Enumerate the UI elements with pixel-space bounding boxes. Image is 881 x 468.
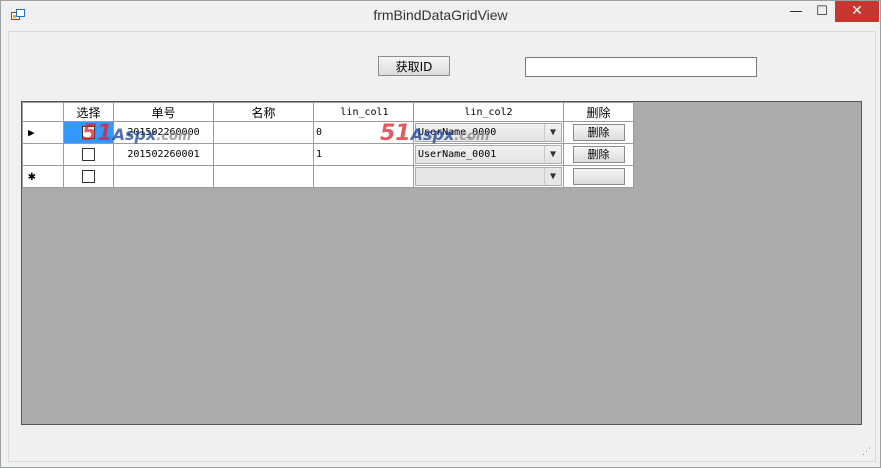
title-bar: frmBindDataGridView — ☐ ✕ <box>1 1 880 31</box>
form-client-area: 获取ID 选择 单号 名称 lin_col1 lin_col2 删除 ▶ 201… <box>8 31 876 462</box>
column-header-col2[interactable]: lin_col2 <box>413 102 564 122</box>
select-checkbox[interactable] <box>82 126 95 139</box>
data-grid-view[interactable]: 选择 单号 名称 lin_col1 lin_col2 删除 ▶ 20150226… <box>21 101 862 425</box>
delete-cell: 删除 <box>563 143 634 166</box>
name-cell[interactable] <box>213 143 314 166</box>
delete-cell <box>563 165 634 188</box>
column-header-number[interactable]: 单号 <box>113 102 214 122</box>
grid-table: 选择 单号 名称 lin_col1 lin_col2 删除 ▶ 20150226… <box>22 102 634 188</box>
number-cell[interactable]: 201502260001 <box>113 143 214 166</box>
select-cell[interactable] <box>63 165 114 188</box>
main-window: frmBindDataGridView — ☐ ✕ 获取ID 选择 单号 名称 … <box>0 0 881 468</box>
number-cell[interactable]: 201502260000 <box>113 121 214 144</box>
col1-cell[interactable]: 1 <box>313 143 414 166</box>
number-cell[interactable] <box>113 165 214 188</box>
select-checkbox[interactable] <box>82 148 95 161</box>
new-row-asterisk-icon[interactable]: ✱ <box>22 165 64 188</box>
get-id-button[interactable]: 获取ID <box>378 56 450 76</box>
delete-button[interactable] <box>572 168 625 185</box>
column-header-delete[interactable]: 删除 <box>563 102 634 122</box>
chevron-down-icon[interactable]: ▼ <box>544 146 561 163</box>
row-indicator-icon[interactable] <box>22 143 64 166</box>
column-header-name[interactable]: 名称 <box>213 102 314 122</box>
maximize-button[interactable]: ☐ <box>809 1 835 22</box>
new-row[interactable]: ✱ ▼ <box>22 165 634 188</box>
select-cell[interactable] <box>63 121 114 144</box>
chevron-down-icon[interactable]: ▼ <box>544 124 561 141</box>
minimize-button[interactable]: — <box>783 1 809 22</box>
column-header-col1[interactable]: lin_col1 <box>313 102 414 122</box>
delete-button[interactable]: 删除 <box>572 124 625 141</box>
table-row[interactable]: 201502260001 1 UserName_0001 ▼ 删除 <box>22 143 634 166</box>
select-checkbox[interactable] <box>82 170 95 183</box>
table-row[interactable]: ▶ 201502260000 0 UserName_0000 ▼ 删除 <box>22 121 634 144</box>
row-indicator-icon[interactable]: ▶ <box>22 121 64 144</box>
delete-button[interactable]: 删除 <box>572 146 625 163</box>
col1-cell[interactable]: 0 <box>313 121 414 144</box>
col2-cell[interactable]: UserName_0001 ▼ <box>413 143 564 166</box>
col1-cell[interactable] <box>313 165 414 188</box>
close-button[interactable]: ✕ <box>835 1 879 22</box>
chevron-down-icon[interactable]: ▼ <box>544 168 561 185</box>
select-cell[interactable] <box>63 143 114 166</box>
column-header-select[interactable]: 选择 <box>63 102 114 122</box>
col2-combobox[interactable]: ▼ <box>415 167 562 186</box>
col2-combobox[interactable]: UserName_0001 ▼ <box>415 145 562 164</box>
id-textbox[interactable] <box>525 57 757 77</box>
col2-combobox[interactable]: UserName_0000 ▼ <box>415 123 562 142</box>
name-cell[interactable] <box>213 165 314 188</box>
col2-cell[interactable]: UserName_0000 ▼ <box>413 121 564 144</box>
name-cell[interactable] <box>213 121 314 144</box>
col2-combobox-value: UserName_0000 <box>418 127 497 138</box>
col2-combobox-value: UserName_0001 <box>418 149 497 160</box>
header-row: 选择 单号 名称 lin_col1 lin_col2 删除 <box>22 102 634 122</box>
delete-cell: 删除 <box>563 121 634 144</box>
row-header-corner[interactable] <box>22 102 64 122</box>
window-title: frmBindDataGridView <box>373 7 508 23</box>
col2-cell[interactable]: ▼ <box>413 165 564 188</box>
resize-grip-icon[interactable]: ⋰ <box>862 448 872 458</box>
